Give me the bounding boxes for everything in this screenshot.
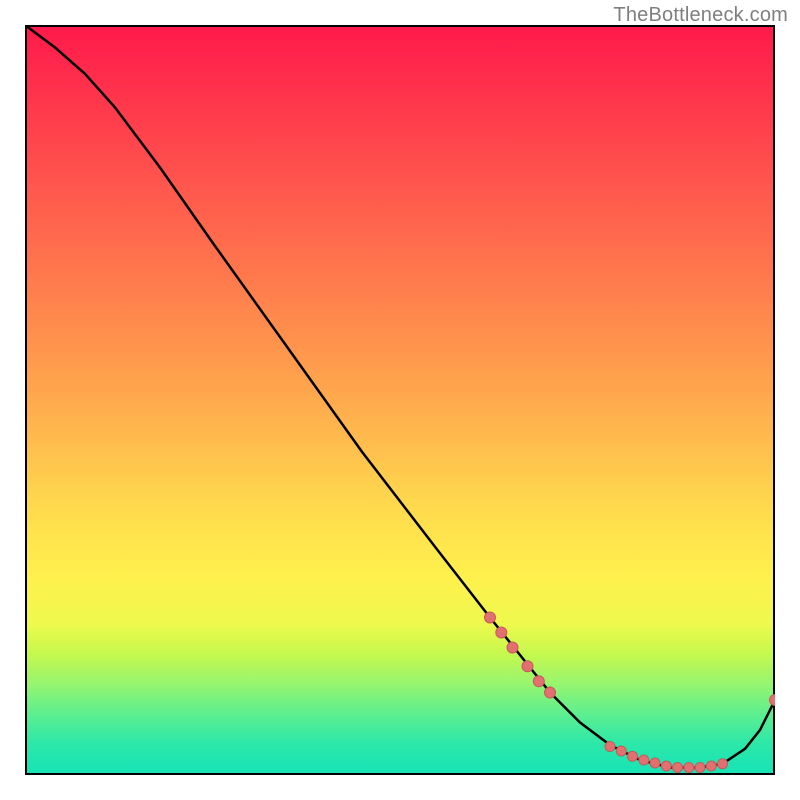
plot-area [25, 25, 775, 775]
attribution-text: TheBottleneck.com [613, 4, 788, 27]
chart-stage: TheBottleneck.com [0, 0, 800, 800]
